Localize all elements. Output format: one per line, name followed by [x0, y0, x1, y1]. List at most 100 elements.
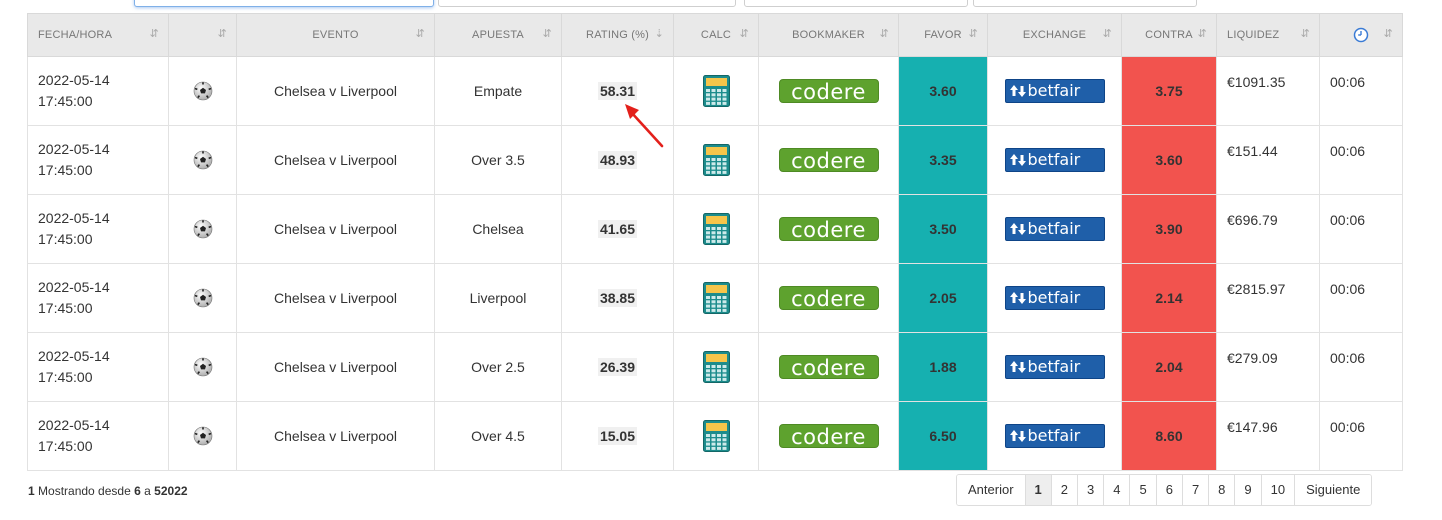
betfair-logo[interactable]: betfair — [1004, 424, 1105, 448]
betfair-logo[interactable]: betfair — [1004, 286, 1105, 310]
sort-icon[interactable]: ⇵ — [880, 27, 889, 40]
filter-select-1[interactable] — [744, 0, 968, 7]
column-header-apuesta[interactable]: APUESTA ⇵ — [434, 13, 562, 57]
cell-bookmaker: codere — [758, 194, 899, 264]
betfair-logo[interactable]: betfair — [1004, 79, 1105, 103]
pagination-page-2[interactable]: 2 — [1051, 475, 1078, 505]
pagination-page-10[interactable]: 10 — [1261, 475, 1296, 505]
cell-evento[interactable]: Chelsea v Liverpool — [236, 56, 435, 126]
filter-input-2[interactable] — [438, 0, 736, 7]
top-filter-bar — [0, 0, 1442, 10]
cell-favor-odds: 3.35 — [898, 125, 988, 195]
cell-calc — [673, 332, 759, 402]
calculator-icon[interactable] — [702, 213, 730, 245]
cell-sport — [168, 332, 237, 402]
filter-select-2[interactable] — [973, 0, 1197, 7]
cell-evento[interactable]: Chelsea v Liverpool — [236, 332, 435, 402]
codere-logo[interactable]: codere — [778, 424, 879, 449]
betfair-logo[interactable]: betfair — [1004, 355, 1105, 379]
column-header-rating[interactable]: RATING (%) ⇣ — [561, 13, 674, 57]
column-header-liquidez[interactable]: LIQUIDEZ ⇵ — [1216, 13, 1320, 57]
column-header-sport[interactable]: ⇵ — [168, 13, 237, 57]
codere-logo[interactable]: codere — [778, 148, 879, 173]
cell-time-elapsed: 00:06 — [1319, 401, 1403, 471]
sort-icon[interactable]: ⇵ — [1301, 27, 1310, 40]
cell-evento[interactable]: Chelsea v Liverpool — [236, 401, 435, 471]
cell-calc — [673, 263, 759, 333]
cell-liquidez: €147.96 — [1216, 401, 1320, 471]
pagination-page-1[interactable]: 1 — [1025, 475, 1052, 505]
cell-exchange: betfair — [987, 194, 1122, 264]
column-header-exchange[interactable]: EXCHANGE ⇵ — [987, 13, 1122, 57]
column-header-fecha-hora[interactable]: FECHA/HORA ⇵ — [27, 13, 169, 57]
sort-icon[interactable]: ⇵ — [416, 27, 425, 40]
cell-fecha-hora: 2022-05-14 17:45:00 — [27, 56, 169, 126]
column-header-evento[interactable]: EVENTO ⇵ — [236, 13, 435, 57]
calculator-icon[interactable] — [702, 75, 730, 107]
sort-icon[interactable]: ⇵ — [1103, 27, 1112, 40]
cell-fecha-hora: 2022-05-14 17:45:00 — [27, 332, 169, 402]
rating-value: 58.31 — [597, 82, 638, 100]
sort-icon[interactable]: ⇵ — [150, 27, 159, 40]
codere-logo[interactable]: codere — [778, 355, 879, 380]
cell-bookmaker: codere — [758, 332, 899, 402]
pagination-previous[interactable]: Anterior — [957, 475, 1026, 505]
column-header-time[interactable]: ⇵ — [1319, 13, 1403, 57]
cell-evento[interactable]: Chelsea v Liverpool — [236, 125, 435, 195]
column-header-favor[interactable]: FAVOR ⇵ — [898, 13, 988, 57]
pagination: Anterior 1 2 3 4 5 6 7 8 9 10 Siguiente — [956, 474, 1373, 506]
cell-apuesta: Chelsea — [434, 194, 562, 264]
pagination-page-7[interactable]: 7 — [1182, 475, 1210, 505]
sort-icon[interactable]: ⇵ — [969, 27, 978, 40]
codere-logo[interactable]: codere — [778, 79, 879, 104]
codere-logo[interactable]: codere — [778, 217, 879, 242]
pagination-page-4[interactable]: 4 — [1104, 475, 1131, 505]
pagination-page-5[interactable]: 5 — [1130, 475, 1157, 505]
column-header-bookmaker[interactable]: BOOKMAKER ⇵ — [758, 13, 899, 57]
cell-calc — [673, 401, 759, 471]
cell-evento[interactable]: Chelsea v Liverpool — [236, 194, 435, 264]
cell-fecha-hora: 2022-05-14 17:45:00 — [27, 125, 169, 195]
pagination-page-8[interactable]: 8 — [1209, 475, 1236, 505]
cell-rating: 38.85 — [561, 263, 674, 333]
calculator-icon[interactable] — [702, 420, 730, 452]
betfair-logo-text: betfair — [1027, 81, 1081, 100]
sort-icon[interactable]: ⇵ — [218, 27, 227, 40]
codere-logo[interactable]: codere — [778, 286, 879, 311]
sort-icon[interactable]: ⇣ — [655, 27, 664, 40]
pagination-page-9[interactable]: 9 — [1235, 475, 1262, 505]
column-header-label: EVENTO — [312, 29, 359, 41]
column-header-contra[interactable]: CONTRA ⇵ — [1121, 13, 1217, 57]
sort-icon[interactable]: ⇵ — [1198, 27, 1207, 40]
pagination-page-6[interactable]: 6 — [1156, 475, 1183, 505]
cell-bookmaker: codere — [758, 401, 899, 471]
filter-input-1[interactable] — [134, 0, 434, 7]
calculator-icon[interactable] — [702, 282, 730, 314]
surebet-table: FECHA/HORA ⇵ ⇵ EVENTO ⇵ APUESTA ⇵ RATING (%) ⇣ CA… — [27, 13, 1403, 471]
column-header-calc[interactable]: CALC ⇵ — [673, 13, 759, 57]
pagination-page-3[interactable]: 3 — [1078, 475, 1105, 505]
table-header-row: FECHA/HORA ⇵ ⇵ EVENTO ⇵ APUESTA ⇵ RATING (%) ⇣ CA… — [27, 13, 1403, 57]
cell-liquidez: €2815.97 — [1216, 263, 1320, 333]
pagination-next[interactable]: Siguiente — [1295, 475, 1372, 505]
betfair-logo[interactable]: betfair — [1004, 148, 1105, 172]
cell-calc — [673, 125, 759, 195]
cell-sport — [168, 194, 237, 264]
event-time: 17:45:00 — [38, 300, 93, 316]
sort-icon[interactable]: ⇵ — [543, 27, 552, 40]
calculator-icon[interactable] — [702, 144, 730, 176]
cell-time-elapsed: 00:06 — [1319, 56, 1403, 126]
cell-sport — [168, 125, 237, 195]
soccer-ball-icon — [193, 219, 213, 239]
cell-exchange: betfair — [987, 332, 1122, 402]
cell-rating: 41.65 — [561, 194, 674, 264]
cell-evento[interactable]: Chelsea v Liverpool — [236, 263, 435, 333]
cell-contra-odds: 8.60 — [1121, 401, 1217, 471]
cell-sport — [168, 401, 237, 471]
sort-icon[interactable]: ⇵ — [740, 27, 749, 40]
sort-icon[interactable]: ⇵ — [1384, 27, 1393, 40]
calculator-icon[interactable] — [702, 351, 730, 383]
cell-liquidez: €1091.35 — [1216, 56, 1320, 126]
betfair-logo[interactable]: betfair — [1004, 217, 1105, 241]
cell-contra-odds: 3.90 — [1121, 194, 1217, 264]
